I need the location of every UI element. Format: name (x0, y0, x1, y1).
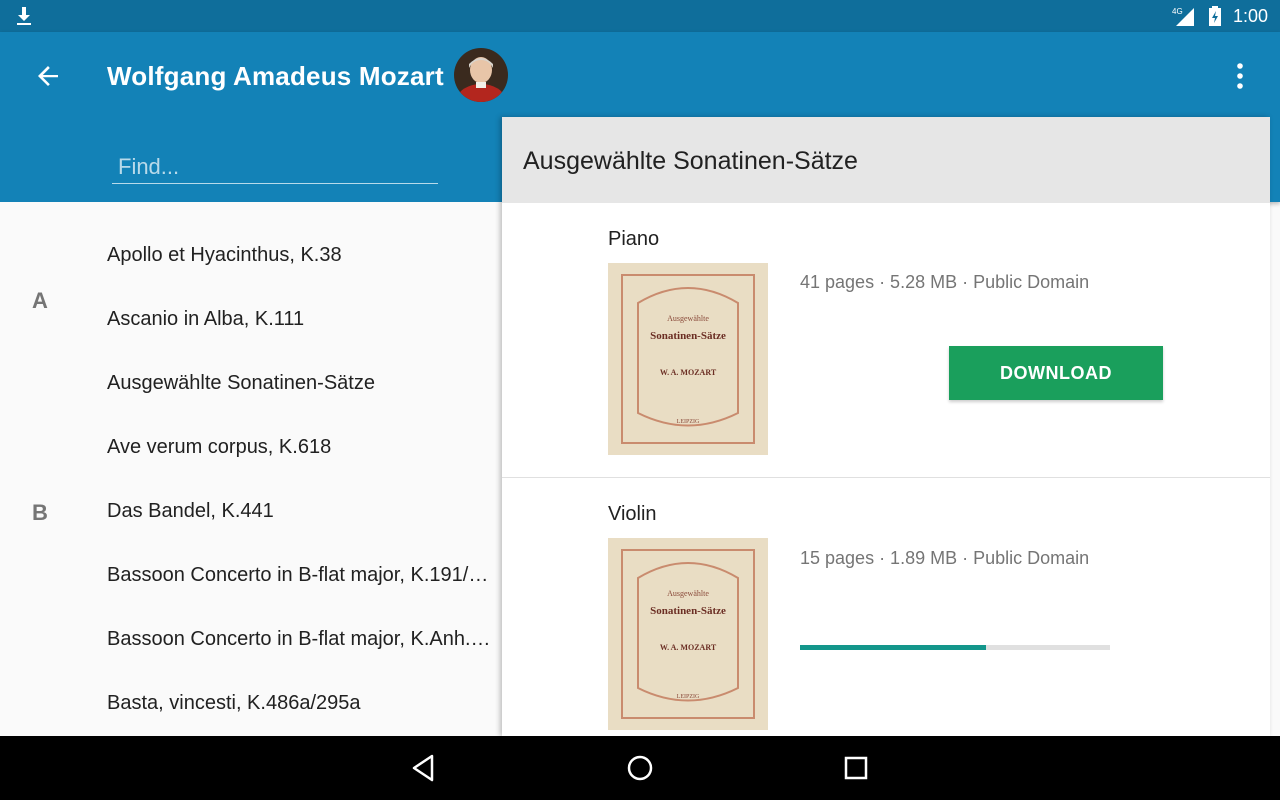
download-progress (800, 645, 1110, 650)
back-arrow-icon[interactable] (28, 56, 68, 96)
list-item[interactable]: Bassoon Concerto in B-flat major, K.Anh.… (107, 624, 492, 654)
svg-text:W. A. MOZART: W. A. MOZART (660, 643, 717, 652)
svg-text:Sonatinen-Sätze: Sonatinen-Sätze (650, 330, 726, 342)
score-cover[interactable]: Ausgewählte Sonatinen-Sätze W. A. MOZART… (608, 263, 768, 455)
list-item[interactable]: Das Bandel, K.441 (107, 496, 492, 526)
detail-title: Ausgewählte Sonatinen-Sätze (523, 147, 858, 175)
svg-text:Ausgewählte: Ausgewählte (667, 314, 709, 323)
file-meta: 15 pages · 1.89 MB · Public Domain (800, 548, 1090, 568)
list-item[interactable]: Basta, vincesti, K.486a/295a (107, 688, 492, 718)
system-nav-bar (0, 736, 1280, 800)
svg-text:4G: 4G (1172, 7, 1183, 16)
download-button[interactable]: DOWNLOAD (949, 346, 1163, 400)
svg-text:LEIPZIG: LEIPZIG (677, 694, 700, 700)
nav-back-icon[interactable] (404, 748, 444, 788)
list-item[interactable]: Ausgewählte Sonatinen-Sätze (107, 368, 492, 398)
svg-text:Ausgewählte: Ausgewählte (667, 589, 709, 598)
divider (502, 477, 1270, 478)
list-item[interactable]: Ascanio in Alba, K.111 (107, 304, 492, 334)
battery-icon (1209, 6, 1221, 26)
list-item[interactable]: Ave verum corpus, K.618 (107, 432, 492, 462)
download-icon (17, 7, 31, 25)
section-letter-a: A (32, 288, 48, 313)
nav-recents-icon[interactable] (836, 748, 876, 788)
nav-home-icon[interactable] (620, 748, 660, 788)
list-item[interactable]: Bassoon Concerto in B-flat major, K.191/… (107, 560, 492, 590)
svg-text:W. A. MOZART: W. A. MOZART (660, 368, 717, 377)
list-item[interactable]: Apollo et Hyacinthus, K.38 (107, 240, 492, 270)
clock: 1:00 (1232, 6, 1268, 26)
instrument-label: Piano (608, 228, 660, 250)
progress-fill (800, 645, 986, 650)
score-cover[interactable]: Ausgewählte Sonatinen-Sätze W. A. MOZART… (608, 538, 768, 730)
work-list: A B Apollo et Hyacinthus, K.38 Ascanio i… (0, 202, 502, 736)
detail-panel: Ausgewählte Sonatinen-Sätze Piano Ausgew… (502, 117, 1270, 736)
avatar[interactable] (454, 48, 508, 102)
search-input[interactable] (112, 150, 438, 184)
file-meta: 41 pages · 5.28 MB · Public Domain (800, 272, 1090, 292)
detail-header: Ausgewählte Sonatinen-Sätze (502, 117, 1270, 203)
more-vert-icon[interactable] (1224, 54, 1256, 98)
status-bar: 4G 1:00 (0, 0, 1280, 32)
page-title: Wolfgang Amadeus Mozart (107, 61, 444, 91)
instrument-label: Violin (608, 503, 657, 525)
svg-text:LEIPZIG: LEIPZIG (677, 419, 700, 425)
svg-text:Sonatinen-Sätze: Sonatinen-Sätze (650, 605, 726, 617)
signal-icon: 4G (1172, 7, 1194, 26)
section-letter-b: B (32, 500, 48, 525)
